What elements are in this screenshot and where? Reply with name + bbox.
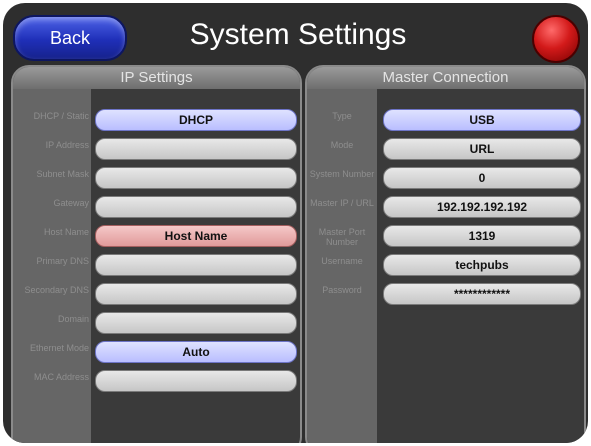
mc-password-label: Password bbox=[322, 285, 362, 295]
ip-primary-dns-field[interactable] bbox=[95, 254, 297, 276]
ip-ethernet-mode-label: Ethernet Mode bbox=[29, 343, 89, 353]
ip-domain-label: Domain bbox=[57, 314, 89, 324]
ip-ip-address-label: IP Address bbox=[45, 140, 89, 150]
back-button[interactable]: Back bbox=[13, 15, 127, 61]
ip-secondary-dns-field[interactable] bbox=[95, 283, 297, 305]
ip-gateway-field[interactable] bbox=[95, 196, 297, 218]
master-connection-title: Master Connection bbox=[307, 67, 584, 89]
mc-password-field[interactable]: ************ bbox=[383, 283, 581, 305]
mc-mode-label: Mode bbox=[330, 140, 354, 150]
mc-master-ip-url-label: Master IP / URL bbox=[310, 198, 374, 208]
mc-master-port-number-label: Master Port Number bbox=[318, 227, 366, 247]
header-bar: Back System Settings bbox=[3, 3, 588, 65]
mc-username-field[interactable]: techpubs bbox=[383, 254, 581, 276]
mc-mode-field[interactable]: URL bbox=[383, 138, 581, 160]
ip-dhcp-static-label: DHCP / Static bbox=[33, 111, 89, 121]
mc-master-port-number-field[interactable]: 1319 bbox=[383, 225, 581, 247]
ip-ip-address-field[interactable] bbox=[95, 138, 297, 160]
ip-host-name-label: Host Name bbox=[43, 227, 89, 237]
ip-host-name-field[interactable]: Host Name bbox=[95, 225, 297, 247]
ip-subnet-mask-label: Subnet Mask bbox=[36, 169, 89, 179]
ip-secondary-dns-label: Secondary DNS bbox=[24, 285, 89, 295]
power-button[interactable] bbox=[532, 15, 580, 63]
ip-gateway-label: Gateway bbox=[53, 198, 89, 208]
mc-username-label: Username bbox=[321, 256, 363, 266]
mc-system-number-label: System Number bbox=[309, 169, 375, 179]
ip-domain-field[interactable] bbox=[95, 312, 297, 334]
ip-dhcp-static-field[interactable]: DHCP bbox=[95, 109, 297, 131]
ip-settings-title: IP Settings bbox=[13, 67, 300, 89]
mc-type-label: Type bbox=[332, 111, 352, 121]
page-title: System Settings bbox=[189, 18, 407, 51]
ip-subnet-mask-field[interactable] bbox=[95, 167, 297, 189]
mc-system-number-field[interactable]: 0 bbox=[383, 167, 581, 189]
ip-mac-address-field[interactable] bbox=[95, 370, 297, 392]
mc-master-ip-url-field[interactable]: 192.192.192.192 bbox=[383, 196, 581, 218]
mc-type-field[interactable]: USB bbox=[383, 109, 581, 131]
ip-ethernet-mode-field[interactable]: Auto bbox=[95, 341, 297, 363]
system-settings-screen: Back System Settings IP Settings DHCP / … bbox=[3, 3, 588, 443]
master-connection-panel: Master Connection Type USB Mode URL System N… bbox=[305, 65, 586, 443]
ip-mac-address-label: MAC Address bbox=[33, 372, 89, 382]
ip-settings-panel: IP Settings DHCP / Static DHCP IP Address S… bbox=[11, 65, 302, 443]
ip-primary-dns-label: Primary DNS bbox=[36, 256, 89, 266]
